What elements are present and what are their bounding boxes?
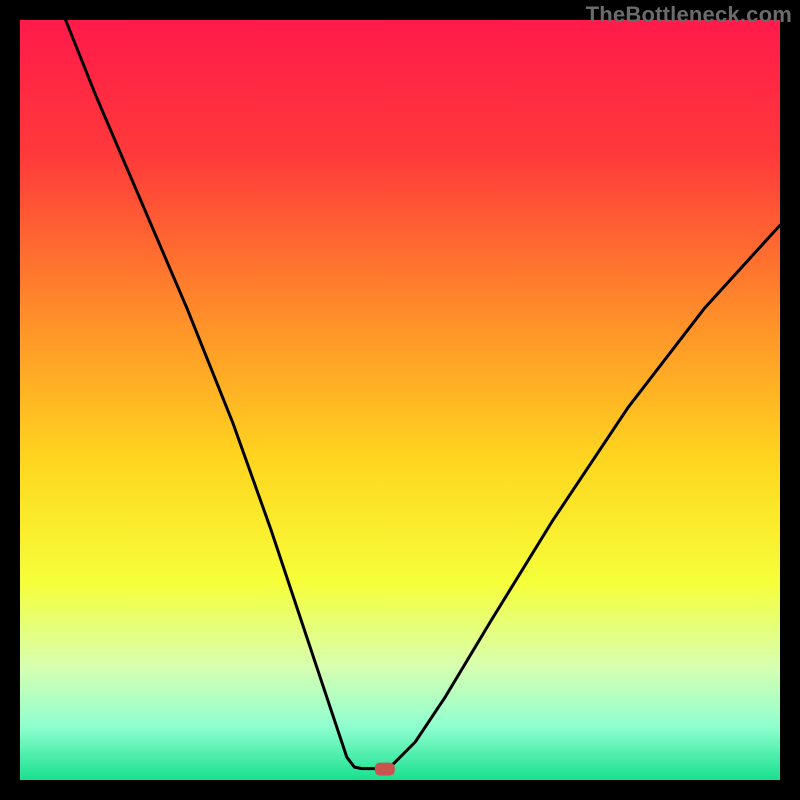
chart-frame: TheBottleneck.com (0, 0, 800, 800)
bottleneck-chart (20, 20, 780, 780)
optimal-marker (375, 763, 395, 776)
chart-background (20, 20, 780, 780)
watermark-text: TheBottleneck.com (586, 2, 792, 28)
